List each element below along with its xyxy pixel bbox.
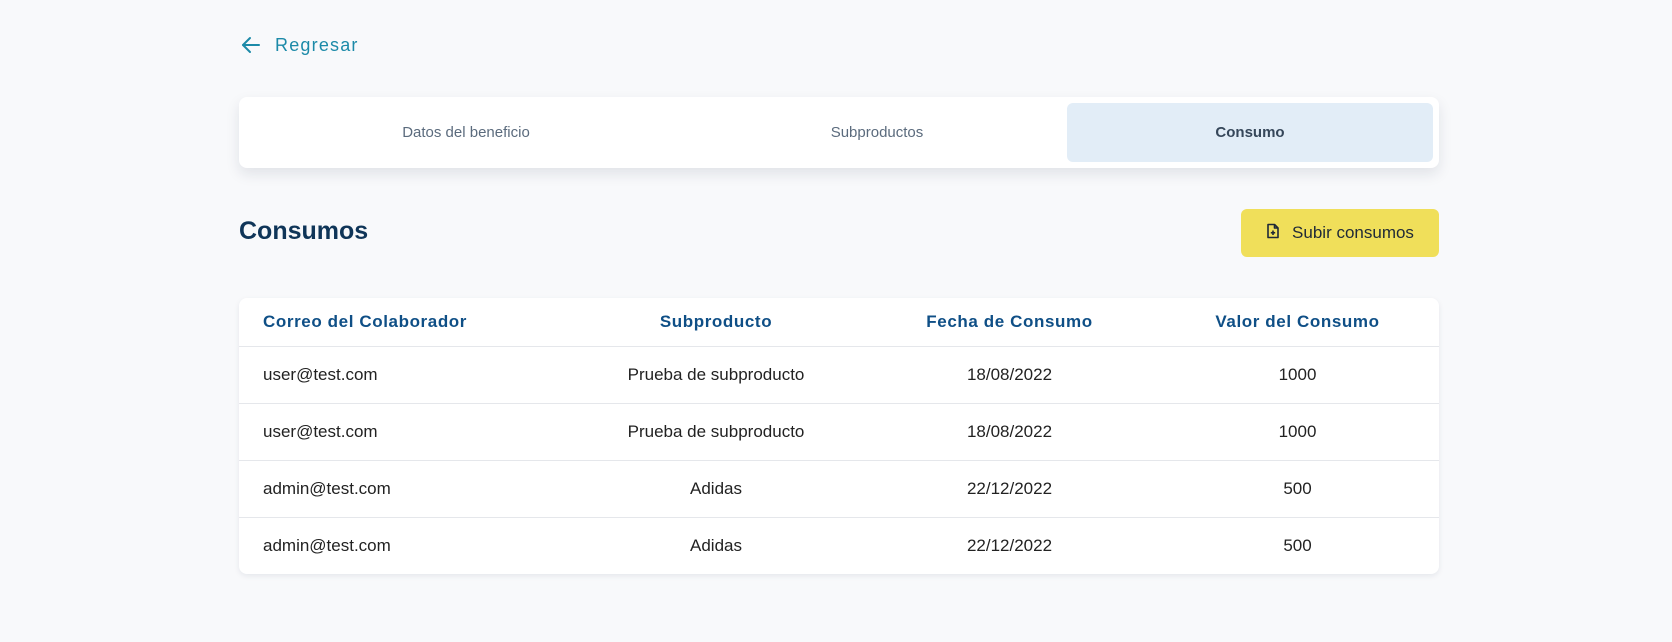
cell-fecha: 18/08/2022: [863, 403, 1156, 461]
back-link-label: Regresar: [275, 34, 359, 55]
tab-subproductos[interactable]: Subproductos: [687, 103, 1067, 162]
cell-email: admin@test.com: [263, 535, 391, 555]
cell-email: admin@test.com: [239, 460, 569, 518]
cell-fecha: 18/08/2022: [863, 346, 1156, 404]
upload-consumos-button[interactable]: Subir consumos: [1241, 209, 1439, 257]
consumos-table-card: Correo del Colaborador Subproducto Fecha…: [239, 298, 1439, 574]
column-header-correo[interactable]: Correo del Colaborador: [239, 298, 569, 347]
cell-email: user@test.com: [239, 346, 569, 404]
upload-button-label: Subir consumos: [1292, 223, 1414, 242]
consumos-table: Correo del Colaborador Subproducto Fecha…: [239, 298, 1439, 574]
tab-bar: Datos del beneficio Subproductos Consumo: [239, 97, 1439, 168]
cell-valor: 1000: [1156, 403, 1439, 461]
cell-fecha: 22/12/2022: [863, 460, 1156, 518]
table-row[interactable]: user@test.com Prueba de subproducto 18/0…: [239, 346, 1439, 404]
table-row[interactable]: admin@test.com Adidas 22/12/2022 500: [239, 517, 1439, 574]
column-header-fecha[interactable]: Fecha de Consumo: [863, 298, 1156, 347]
table-header-row: Correo del Colaborador Subproducto Fecha…: [239, 298, 1439, 347]
table-row[interactable]: user@test.com Prueba de subproducto 18/0…: [239, 403, 1439, 461]
tab-consumo[interactable]: Consumo: [1067, 103, 1433, 162]
cell-valor: 1000: [1156, 346, 1439, 404]
cell-subproducto: Prueba de subproducto: [569, 403, 863, 461]
arrow-left-icon: [239, 33, 263, 57]
cell-email: user@test.com: [239, 403, 569, 461]
cell-valor: 500: [1156, 460, 1439, 518]
back-link[interactable]: Regresar: [239, 33, 359, 57]
cell-valor: 500: [1283, 535, 1312, 555]
file-plus-icon: [1266, 223, 1280, 244]
cell-subproducto: Adidas: [569, 460, 863, 518]
tab-datos-del-beneficio[interactable]: Datos del beneficio: [245, 103, 687, 162]
cell-subproducto: Adidas: [690, 535, 742, 555]
table-row[interactable]: admin@test.com Adidas 22/12/2022 500: [239, 460, 1439, 518]
column-header-valor[interactable]: Valor del Consumo: [1156, 298, 1439, 347]
cell-subproducto: Prueba de subproducto: [569, 346, 863, 404]
cell-fecha: 22/12/2022: [966, 535, 1053, 555]
page-title: Consumos: [239, 217, 369, 245]
column-header-subproducto[interactable]: Subproducto: [569, 298, 863, 347]
